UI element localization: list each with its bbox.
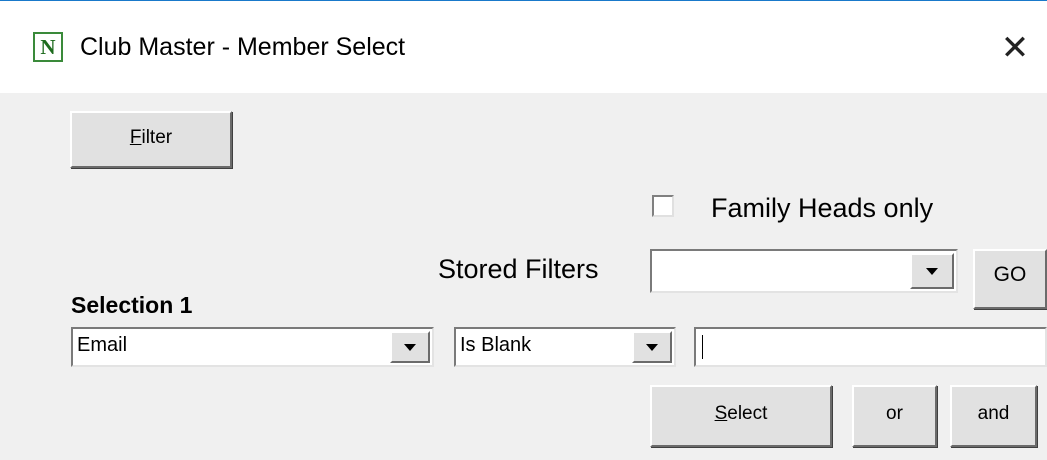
criteria-input[interactable] <box>694 327 1047 367</box>
app-icon: N <box>33 32 63 62</box>
operator-dropdown[interactable]: Is Blank <box>454 327 676 367</box>
family-heads-only-checkbox[interactable] <box>652 195 674 217</box>
select-button-accelerator: S <box>714 403 728 424</box>
title-bar[interactable]: N Club Master - Member Select ✕ <box>0 1 1047 93</box>
select-button-label: elect <box>727 403 768 424</box>
family-heads-only-label: Family Heads only <box>711 193 934 223</box>
field-dropdown[interactable]: Email <box>71 327 434 367</box>
stored-filters-label: Stored Filters <box>438 254 599 284</box>
filter-button[interactable]: Filter <box>70 111 232 168</box>
operator-dropdown-value: Is Blank <box>460 334 532 356</box>
stored-filters-dropdown[interactable] <box>650 249 958 293</box>
window-title: Club Master - Member Select <box>80 33 406 61</box>
go-button-label: GO <box>993 263 1027 286</box>
text-caret <box>702 335 703 359</box>
close-button[interactable]: ✕ <box>990 23 1040 73</box>
stored-filters-dropdown-button[interactable] <box>910 253 954 289</box>
go-button[interactable]: GO <box>973 249 1047 309</box>
chevron-down-icon <box>926 268 938 275</box>
and-button[interactable]: and <box>950 385 1037 447</box>
filter-button-accelerator: F <box>129 127 142 148</box>
or-button[interactable]: or <box>852 385 937 447</box>
filter-button-label: ilter <box>141 127 173 148</box>
field-dropdown-button[interactable] <box>390 331 430 363</box>
and-button-label: and <box>977 403 1010 424</box>
chevron-down-icon <box>646 344 658 351</box>
or-button-label: or <box>886 403 903 424</box>
operator-dropdown-button[interactable] <box>632 331 672 363</box>
chevron-down-icon <box>404 344 416 351</box>
member-select-window: N Club Master - Member Select ✕ Filter F… <box>0 0 1047 460</box>
selection-heading: Selection 1 <box>71 292 193 318</box>
select-button[interactable]: Select <box>650 385 832 447</box>
close-icon: ✕ <box>1000 28 1030 68</box>
field-dropdown-value: Email <box>77 334 128 356</box>
